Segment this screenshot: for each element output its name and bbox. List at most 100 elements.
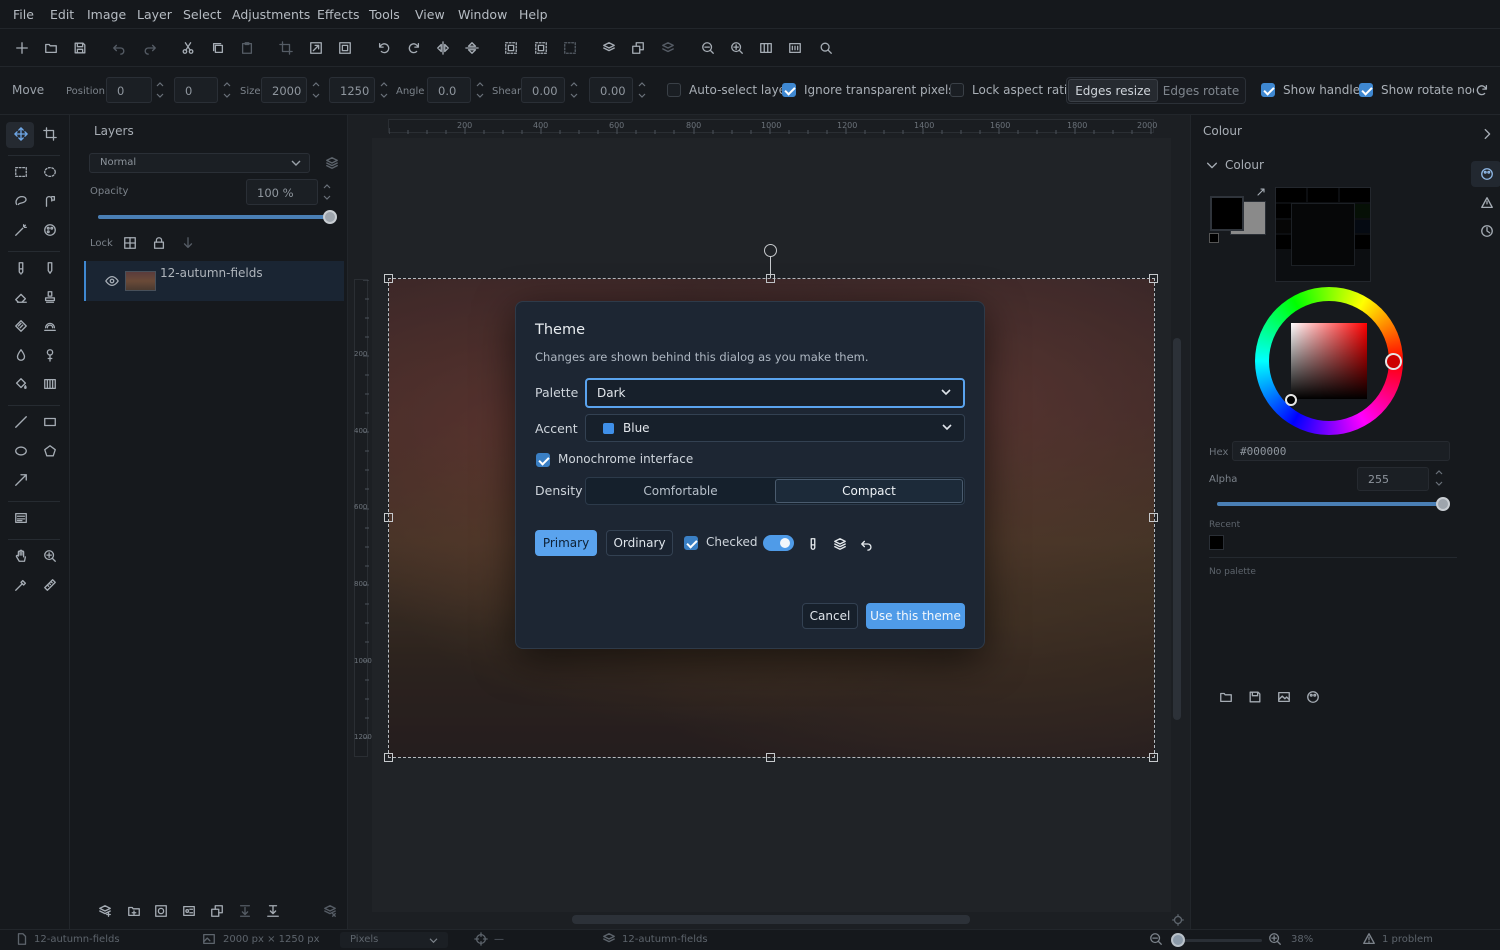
size-height-field[interactable]: 1250: [329, 77, 375, 103]
polygon-tool-icon[interactable]: [42, 443, 58, 459]
eyedropper-icon[interactable]: [13, 577, 29, 593]
monochrome-checkbox[interactable]: [536, 453, 550, 467]
canvas-size-icon[interactable]: [337, 40, 353, 56]
color-select-icon[interactable]: [42, 222, 58, 238]
chevron-down-icon[interactable]: [1204, 157, 1220, 173]
zoom-in-icon[interactable]: [729, 40, 745, 56]
eye-icon[interactable]: [104, 273, 120, 289]
resize-image-icon[interactable]: [308, 40, 324, 56]
preview-ordinary-button[interactable]: Ordinary: [606, 530, 673, 556]
menu-file[interactable]: File: [13, 7, 34, 22]
opacity-slider-handle[interactable]: [323, 210, 337, 224]
angle-stepper[interactable]: [475, 79, 485, 101]
flatten-image-icon[interactable]: [265, 903, 281, 919]
zoom-tool-icon[interactable]: [42, 548, 58, 564]
layer-stack-icon[interactable]: [324, 155, 340, 171]
move-tool-icon[interactable]: [13, 126, 29, 142]
save-palette-icon[interactable]: [1247, 689, 1263, 705]
saturation-value-square[interactable]: [1291, 323, 1367, 399]
history-tab-icon[interactable]: [1479, 223, 1495, 239]
smudge-icon[interactable]: [42, 318, 58, 334]
swap-colours-icon[interactable]: [1255, 186, 1267, 198]
preview-primary-button[interactable]: Primary: [535, 530, 597, 556]
palette-from-image-icon[interactable]: [1276, 689, 1292, 705]
resize-handle-s[interactable]: [766, 753, 775, 762]
hand-tool-icon[interactable]: [13, 548, 29, 564]
resize-handle-se[interactable]: [1149, 753, 1158, 762]
edges-rotate-option[interactable]: Edges rotate: [1158, 79, 1244, 102]
edges-resize-option[interactable]: Edges resize: [1068, 79, 1158, 102]
lock-pixels-icon[interactable]: [122, 235, 138, 251]
copy-icon[interactable]: [210, 40, 226, 56]
position-x-stepper[interactable]: [155, 79, 165, 101]
opacity-stepper[interactable]: [322, 181, 332, 203]
magnetic-lasso-icon[interactable]: [42, 193, 58, 209]
preview-toggle-switch[interactable]: [763, 535, 794, 551]
flatten-icon[interactable]: [601, 40, 617, 56]
blend-mode-select[interactable]: Normal: [89, 153, 310, 173]
resize-handle-e[interactable]: [1149, 513, 1158, 522]
navigator-icon[interactable]: [1170, 912, 1186, 928]
menu-help[interactable]: Help: [519, 7, 548, 22]
ellipse-select-icon[interactable]: [42, 164, 58, 180]
open-palette-icon[interactable]: [1218, 689, 1234, 705]
recent-swatch[interactable]: [1209, 535, 1224, 550]
units-select[interactable]: Pixels: [340, 932, 448, 948]
size-width-stepper[interactable]: [311, 79, 321, 101]
size-width-field[interactable]: 2000: [261, 77, 307, 103]
size-height-stepper[interactable]: [379, 79, 389, 101]
flip-vertical-icon[interactable]: [464, 40, 480, 56]
deselect-icon[interactable]: [562, 40, 578, 56]
select-all-icon[interactable]: [503, 40, 519, 56]
palette-dropdown[interactable]: Dark: [585, 378, 965, 408]
merge-layer-icon[interactable]: [660, 40, 676, 56]
eraser-icon[interactable]: [13, 289, 29, 305]
layer-row[interactable]: 12-autumn-fields: [84, 261, 344, 301]
opacity-slider-track[interactable]: [98, 215, 330, 219]
alpha-stepper[interactable]: [1434, 467, 1444, 489]
new-group-icon[interactable]: [126, 903, 142, 919]
flip-horizontal-icon[interactable]: [435, 40, 451, 56]
primary-colour-swatch[interactable]: [1210, 196, 1244, 231]
horizontal-scrollbar[interactable]: [572, 915, 970, 924]
blur-tool-icon[interactable]: [13, 347, 29, 363]
ignore-transparent-checkbox[interactable]: [782, 83, 796, 97]
position-x-field[interactable]: 0: [106, 77, 152, 103]
show-handles-checkbox[interactable]: [1261, 83, 1275, 97]
resize-handle-sw[interactable]: [384, 753, 393, 762]
lasso-icon[interactable]: [13, 193, 29, 209]
paint-bucket-icon[interactable]: [13, 376, 29, 392]
palette-tab-icon[interactable]: [1479, 166, 1495, 182]
text-tool-icon[interactable]: [13, 510, 29, 526]
show-rotate-node-checkbox[interactable]: [1359, 83, 1373, 97]
menu-layer[interactable]: Layer: [137, 7, 172, 22]
line-tool-icon[interactable]: [13, 414, 29, 430]
invert-selection-icon[interactable]: [533, 40, 549, 56]
brush-tool-icon[interactable]: [13, 260, 29, 276]
duplicate-layer-icon[interactable]: [630, 40, 646, 56]
undo-icon[interactable]: [111, 40, 127, 56]
lock-icon[interactable]: [151, 235, 167, 251]
duplicate-layer-icon[interactable]: [209, 903, 225, 919]
menu-effects[interactable]: Effects: [317, 7, 360, 22]
reset-options-icon[interactable]: [1474, 82, 1490, 98]
save-icon[interactable]: [72, 40, 88, 56]
pencil-tool-icon[interactable]: [42, 260, 58, 276]
alpha-slider-track[interactable]: [1217, 502, 1443, 506]
alpha-slider-handle[interactable]: [1436, 497, 1450, 511]
search-icon[interactable]: [818, 40, 834, 56]
menu-select[interactable]: Select: [183, 7, 222, 22]
vertical-scrollbar[interactable]: [1173, 338, 1181, 720]
menu-view[interactable]: View: [415, 7, 445, 22]
hex-input[interactable]: #000000: [1232, 441, 1450, 461]
shear-x-stepper[interactable]: [569, 79, 579, 101]
menu-image[interactable]: Image: [87, 7, 126, 22]
hue-picker[interactable]: [1385, 353, 1402, 370]
rotate-handle[interactable]: [764, 244, 777, 257]
menu-tools[interactable]: Tools: [369, 7, 400, 22]
rotate-ccw-icon[interactable]: [376, 40, 392, 56]
sv-picker[interactable]: [1285, 394, 1297, 406]
rectangle-tool-icon[interactable]: [42, 414, 58, 430]
menu-edit[interactable]: Edit: [50, 7, 74, 22]
alpha-input[interactable]: 255: [1357, 467, 1429, 491]
